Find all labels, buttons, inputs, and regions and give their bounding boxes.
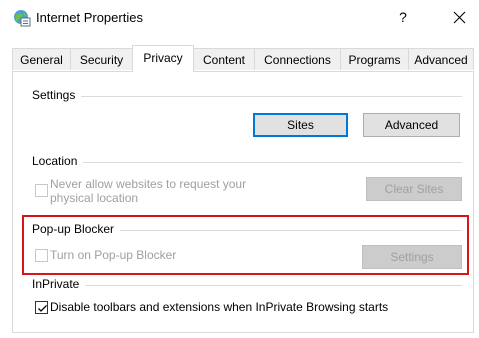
inprivate-divider bbox=[34, 285, 462, 286]
inprivate-checkbox-label: Disable toolbars and extensions when InP… bbox=[50, 300, 389, 314]
help-button[interactable]: ? bbox=[393, 7, 413, 27]
internet-globe-icon bbox=[13, 9, 31, 27]
advanced-button[interactable]: Advanced bbox=[363, 113, 460, 137]
settings-heading: Settings bbox=[32, 88, 82, 102]
location-label-line1: Never allow websites to request your bbox=[50, 177, 247, 191]
location-checkbox-label: Never allow websites to request your phy… bbox=[50, 177, 246, 205]
location-heading: Location bbox=[32, 154, 84, 168]
location-checkbox[interactable] bbox=[35, 184, 48, 197]
settings-divider bbox=[34, 96, 462, 97]
close-icon[interactable] bbox=[450, 6, 470, 28]
location-divider bbox=[34, 162, 462, 163]
clear-sites-button[interactable]: Clear Sites bbox=[366, 177, 462, 201]
title-bar: Internet Properties ? bbox=[0, 0, 479, 34]
tab-connections[interactable]: Connections bbox=[254, 48, 341, 70]
inprivate-heading: InPrivate bbox=[32, 277, 86, 291]
tab-programs[interactable]: Programs bbox=[340, 48, 409, 70]
tab-general[interactable]: General bbox=[12, 48, 71, 70]
location-label-line2: physical location bbox=[50, 191, 139, 205]
checkmark-icon bbox=[38, 305, 47, 312]
tab-security[interactable]: Security bbox=[70, 48, 133, 70]
inprivate-checkbox[interactable] bbox=[35, 301, 48, 314]
sites-button[interactable]: Sites bbox=[253, 113, 348, 137]
popup-blocker-highlight bbox=[22, 215, 469, 275]
tab-privacy[interactable]: Privacy bbox=[132, 45, 194, 72]
tab-advanced[interactable]: Advanced bbox=[408, 48, 474, 70]
window-title: Internet Properties bbox=[36, 10, 143, 25]
tab-content[interactable]: Content bbox=[193, 48, 255, 70]
tab-strip: General Security Privacy Content Connect… bbox=[12, 45, 474, 72]
